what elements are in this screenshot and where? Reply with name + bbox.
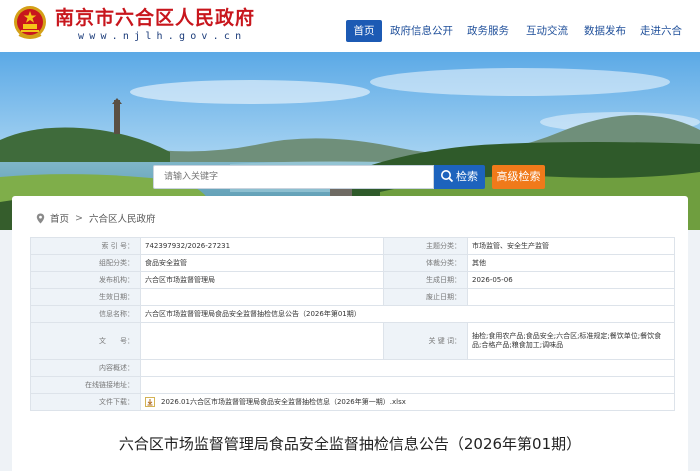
topic-value: 市场监管、安全生产监管 [467, 237, 675, 255]
nav-item-gov-services[interactable]: 政务服务 [465, 20, 511, 42]
nav-item-about-luhe[interactable]: 走进六合 [638, 20, 684, 42]
topic-label: 主题分类： [383, 237, 468, 255]
effective-date-value [140, 288, 384, 306]
content-card: 首页 > 六合区人民政府 索 引 号： 742397932/2026-27231… [12, 196, 688, 471]
main-nav: 首页 政府信息公开 政务服务 互动交流 数据发布 走进六合 [0, 20, 700, 42]
search-button-label: 检索 [456, 170, 478, 183]
download-icon[interactable] [145, 397, 155, 407]
nav-item-home[interactable]: 首页 [346, 20, 382, 42]
info-name-value: 六合区市场监督管理局食品安全监督抽检信息公告（2026年第01期） [140, 305, 675, 323]
chevron-right-icon: > [75, 212, 83, 224]
index-no-label: 索 引 号： [30, 237, 141, 255]
org-category-value: 食品安全监管 [140, 254, 384, 272]
attachment-file-link[interactable]: 2026.01六合区市场监督管理局食品安全监督抽检信息（2026年第一期）.xl… [161, 398, 406, 407]
publisher-label: 发布机构： [30, 271, 141, 289]
genre-label: 体裁分类： [383, 254, 468, 272]
attachment-cell: 2026.01六合区市场监督管理局食品安全监督抽检信息（2026年第一期）.xl… [140, 393, 675, 411]
site-header: 南京市六合区人民政府 www.njlh.gov.cn 首页 政府信息公开 政务服… [0, 0, 700, 52]
info-metadata-table: 索 引 号： 742397932/2026-27231 主题分类： 市场监管、安… [30, 237, 675, 411]
table-row: 信息名称： 六合区市场监督管理局食品安全监督抽检信息公告（2026年第01期） [30, 305, 675, 323]
keywords-value: 抽检;食用农产品;食品安全;六合区;标准规定;餐饮单位;餐饮食品;合格产品;粮食… [467, 322, 675, 360]
online-link-label: 在线链接地址： [30, 376, 141, 394]
nav-item-info-disclosure[interactable]: 政府信息公开 [390, 20, 453, 42]
table-row: 发布机构： 六合区市场监督管理局 生成日期： 2026-05-06 [30, 271, 675, 289]
doc-no-value [140, 322, 384, 360]
table-row: 文件下载： 2026.01六合区市场监督管理局食品安全监督抽检信息（2026年第… [30, 393, 675, 411]
table-row: 文 号： 关 键 词： 抽检;食用农产品;食品安全;六合区;标准规定;餐饮单位;… [30, 322, 675, 360]
index-no-value: 742397932/2026-27231 [140, 237, 384, 255]
search-input[interactable] [153, 165, 434, 189]
publisher-value: 六合区市场监督管理局 [140, 271, 384, 289]
document-title: 六合区市场监督管理局食品安全监督抽检信息公告（2026年第01期） [118, 435, 582, 453]
table-row: 生效日期： 废止日期： [30, 288, 675, 306]
abolished-date-label: 废止日期： [383, 288, 468, 306]
location-pin-icon [36, 213, 45, 223]
created-date-label: 生成日期： [383, 271, 468, 289]
advanced-search-button[interactable]: 高级检索 [492, 165, 545, 189]
effective-date-label: 生效日期： [30, 288, 141, 306]
nav-item-data-release[interactable]: 数据发布 [582, 20, 628, 42]
table-row: 在线链接地址： [30, 376, 675, 394]
created-date-value: 2026-05-06 [467, 271, 675, 289]
summary-value [140, 359, 675, 377]
search-button[interactable]: 检索 [434, 165, 485, 189]
org-category-label: 组配分类： [30, 254, 141, 272]
search-icon [441, 170, 454, 183]
table-row: 组配分类： 食品安全监管 体裁分类： 其他 [30, 254, 675, 272]
info-name-label: 信息名称： [30, 305, 141, 323]
keywords-label: 关 键 词： [383, 322, 468, 360]
summary-label: 内容概述： [30, 359, 141, 377]
breadcrumb: 首页 > 六合区人民政府 [36, 210, 156, 226]
doc-no-label: 文 号： [30, 322, 141, 360]
online-link-value[interactable] [140, 376, 675, 394]
table-row: 索 引 号： 742397932/2026-27231 主题分类： 市场监管、安… [30, 237, 675, 255]
breadcrumb-home[interactable]: 首页 [50, 211, 69, 225]
attachment-label: 文件下载： [30, 393, 141, 411]
nav-item-interaction[interactable]: 互动交流 [524, 20, 570, 42]
table-row: 内容概述： [30, 359, 675, 377]
genre-value: 其他 [467, 254, 675, 272]
abolished-date-value [467, 288, 675, 306]
breadcrumb-current[interactable]: 六合区人民政府 [89, 211, 156, 225]
